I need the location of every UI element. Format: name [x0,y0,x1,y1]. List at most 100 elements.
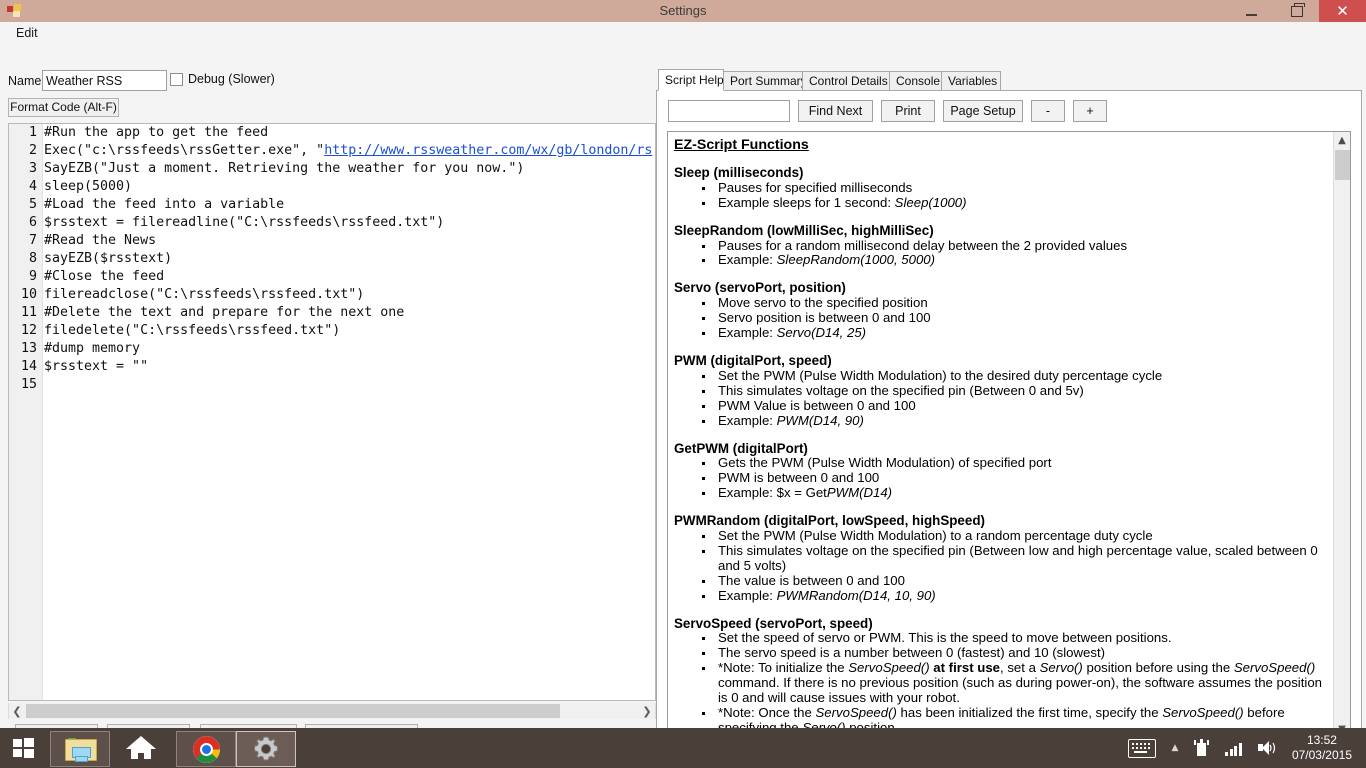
scroll-right-icon[interactable]: ❯ [639,703,655,719]
line-number: 11 [9,304,42,322]
tab-script-help[interactable]: Script Help [658,69,724,91]
clock-time: 13:52 [1292,733,1352,748]
taskbar-item-file-explorer[interactable] [50,731,110,767]
show-hidden-icons-icon[interactable]: ▲ [1172,743,1179,753]
debug-checkbox[interactable] [170,73,183,86]
line-number: 4 [9,178,42,196]
clock-date: 07/03/2015 [1292,748,1352,763]
help-section-list: Set the PWM (Pulse Width Modulation) to … [674,529,1327,604]
menu-item-edit[interactable]: Edit [10,24,44,42]
help-list-item: This simulates voltage on the specified … [696,384,1327,399]
help-section-list: Pauses for specified millisecondsExample… [674,181,1327,211]
help-list-item: Servo position is between 0 and 100 [696,311,1327,326]
window-controls: ✕ [1229,0,1366,22]
start-button[interactable] [0,728,46,768]
line-number: 1 [9,124,42,142]
horizontal-scroll-thumb[interactable] [26,704,560,718]
code-line[interactable]: SayEZB("Just a moment. Retrieving the we… [44,160,655,178]
gear-icon [252,735,280,763]
network-signal-icon[interactable] [1225,740,1242,756]
code-line[interactable]: sayEZB($rsstext) [44,250,655,268]
code-line[interactable]: #Delete the text and prepare for the nex… [44,304,655,322]
code-line[interactable]: #Close the feed [44,268,655,286]
volume-icon[interactable] [1258,740,1276,756]
help-list-item: Set the PWM (Pulse Width Modulation) to … [696,369,1327,384]
taskbar: ▲ 13:52 07/03/2015 [0,728,1366,768]
scroll-up-icon[interactable]: ▲ [1334,132,1350,149]
code-area[interactable]: #Run the app to get the feedExec("c:\rss… [44,124,655,700]
format-code-button[interactable]: Format Code (Alt-F) [8,98,119,117]
tab-console[interactable]: Console [889,71,942,91]
taskbar-item-settings[interactable] [236,731,296,767]
page-setup-button[interactable]: Page Setup [943,100,1023,122]
code-line[interactable]: $rsstext = "" [44,358,655,376]
code-line[interactable]: sleep(5000) [44,178,655,196]
help-section-heading: PWMRandom (digitalPort, lowSpeed, highSp… [674,514,1327,529]
code-line[interactable]: Exec("c:\rssfeeds\rssGetter.exe", "http:… [44,142,655,160]
help-vertical-scrollbar[interactable]: ▲ ▼ [1333,132,1350,738]
restore-icon[interactable] [1274,0,1319,22]
help-list-item: Example sleeps for 1 second: Sleep(1000) [696,196,1327,211]
line-number: 2 [9,142,42,160]
touch-keyboard-icon[interactable] [1128,739,1156,758]
tab-variables[interactable]: Variables [941,71,1001,91]
help-list-item: Set the PWM (Pulse Width Modulation) to … [696,529,1327,544]
close-icon[interactable]: ✕ [1319,0,1366,22]
editor-horizontal-scrollbar[interactable]: ❮ ❯ [8,703,656,719]
find-next-button[interactable]: Find Next [798,100,873,122]
code-line[interactable]: #Run the app to get the feed [44,124,655,142]
taskbar-item-home[interactable] [112,731,170,765]
help-list-item: Pauses for specified milliseconds [696,181,1327,196]
code-line[interactable]: #Load the feed into a variable [44,196,655,214]
clock[interactable]: 13:52 07/03/2015 [1292,733,1352,763]
help-list-item: Example: PWMRandom(D14, 10, 90) [696,589,1327,604]
code-line[interactable]: filereadclose("C:\rssfeeds\rssfeed.txt") [44,286,655,304]
tab-control-details[interactable]: Control Details [802,71,890,91]
help-list-item: PWM Value is between 0 and 100 [696,399,1327,414]
debug-label: Debug (Slower) [188,72,275,86]
help-list-item: The servo speed is a number between 0 (f… [696,646,1327,661]
tab-strip: Script HelpPort SummaryControl DetailsCo… [656,69,1362,91]
code-editor[interactable]: 123456789101112131415 #Run the app to ge… [8,123,656,701]
line-number: 12 [9,322,42,340]
scroll-left-icon[interactable]: ❮ [9,703,25,719]
help-list-item: *Note: To initialize the ServoSpeed() at… [696,661,1327,706]
code-url-link[interactable]: http://www.rssweather.com/wx/gb/london/r… [324,143,652,158]
line-number: 15 [9,376,42,394]
help-list-item: The value is between 0 and 100 [696,574,1327,589]
code-line[interactable]: #Read the News [44,232,655,250]
help-search-input[interactable] [668,100,790,122]
windows-logo-icon [13,738,34,758]
help-list-item: Example: SleepRandom(1000, 5000) [696,253,1327,268]
name-input[interactable] [42,70,167,91]
code-line[interactable]: $rsstext = filereadline("C:\rssfeeds\rss… [44,214,655,232]
print-button[interactable]: Print [881,100,935,122]
battery-icon[interactable] [1194,739,1209,757]
code-line[interactable] [44,376,655,394]
help-section-heading: Sleep (milliseconds) [674,166,1327,181]
help-title: EZ-Script Functions [674,138,1327,153]
help-viewer[interactable]: EZ-Script FunctionsSleep (milliseconds)P… [667,131,1351,739]
help-list-item: Move servo to the specified position [696,296,1327,311]
taskbar-item-google-chrome[interactable] [176,731,236,767]
debug-checkbox-group[interactable]: Debug (Slower) [170,72,275,86]
line-number: 8 [9,250,42,268]
line-number: 3 [9,160,42,178]
minimize-icon[interactable] [1229,0,1274,22]
help-list-item: This simulates voltage on the specified … [696,544,1327,574]
code-line[interactable]: filedelete("C:\rssfeeds\rssfeed.txt") [44,322,655,340]
help-list-item: PWM is between 0 and 100 [696,471,1327,486]
right-panel: Script HelpPort SummaryControl DetailsCo… [656,69,1362,747]
line-number: 7 [9,232,42,250]
window-titlebar: Settings ✕ [0,0,1366,22]
zoom-out-button[interactable]: - [1031,100,1065,122]
zoom-in-button[interactable]: + [1073,100,1107,122]
home-icon [126,736,156,760]
code-line[interactable]: #dump memory [44,340,655,358]
line-number: 6 [9,214,42,232]
screen: Settings ✕ Edit Name Debug (Slower) Form… [0,0,1366,768]
tab-port-summary[interactable]: Port Summary [723,71,803,91]
vertical-scroll-thumb[interactable] [1335,150,1350,180]
help-section-list: Move servo to the specified positionServ… [674,296,1327,341]
help-section-heading: GetPWM (digitalPort) [674,442,1327,457]
